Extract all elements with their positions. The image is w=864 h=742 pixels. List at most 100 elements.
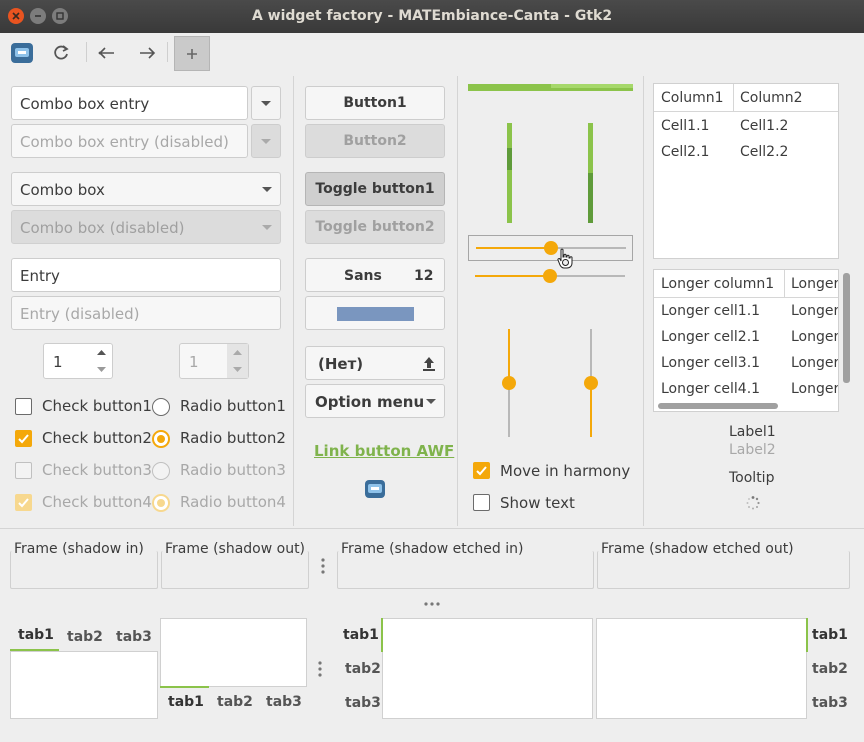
vscale-2[interactable]: [582, 329, 600, 437]
tab-3[interactable]: tab3: [345, 695, 381, 711]
image-button[interactable]: [364, 478, 386, 500]
tab-1[interactable]: tab1: [812, 627, 848, 643]
combo-box[interactable]: Combo box: [11, 172, 281, 206]
button1[interactable]: Button1: [305, 86, 445, 120]
table-cell[interactable]: Longer: [791, 329, 838, 345]
radio-button3: [152, 462, 170, 480]
show-text-label: Show text: [500, 494, 575, 512]
scale-fill: [508, 329, 510, 383]
refresh-button[interactable]: [44, 36, 78, 69]
add-button[interactable]: [174, 36, 210, 71]
vertical-scrollbar[interactable]: [843, 273, 850, 383]
table-cell[interactable]: Longer cell4.1: [661, 381, 760, 397]
tab-3[interactable]: tab3: [812, 695, 848, 711]
tab-3[interactable]: tab3: [116, 629, 152, 645]
hscale[interactable]: [475, 264, 625, 286]
hscale-focused[interactable]: [468, 235, 633, 261]
spin-down-icon: [97, 367, 106, 372]
radio-button1[interactable]: [152, 398, 170, 416]
tab-1[interactable]: tab1: [343, 627, 379, 643]
table-cell[interactable]: Cell2.2: [740, 144, 788, 160]
tab-3[interactable]: tab3: [266, 694, 302, 710]
vscale-1[interactable]: [500, 329, 518, 437]
table-cell[interactable]: Longer cell1.1: [661, 303, 760, 319]
table-cell[interactable]: Longer: [791, 303, 838, 319]
tab-2[interactable]: tab2: [217, 694, 253, 710]
tooltip-label: Tooltip: [729, 470, 775, 486]
toggle-button1[interactable]: Toggle button1: [305, 172, 445, 206]
notebook-tabs-bottom: [160, 618, 307, 687]
table-cell[interactable]: Longer cell2.1: [661, 329, 760, 345]
table-cell[interactable]: Cell1.1: [661, 118, 709, 134]
entry[interactable]: Entry: [11, 258, 281, 292]
app-button[interactable]: [5, 36, 39, 69]
frame-shadow-in: [10, 551, 158, 589]
spin-up-button[interactable]: [91, 344, 112, 361]
table-cell[interactable]: Longer cell3.1: [661, 355, 760, 371]
chevron-down-icon: [262, 187, 272, 192]
chevron-down-icon: [426, 399, 436, 404]
column-header-2[interactable]: Longer: [785, 270, 838, 298]
column-header-2[interactable]: Column2: [734, 84, 838, 112]
move-in-harmony-check[interactable]: [473, 462, 490, 479]
upload-icon: [423, 357, 435, 371]
tree-view-2[interactable]: Longer column1 Longer Longer cell1.1 Lon…: [653, 269, 839, 412]
link-button[interactable]: Link button AWF: [314, 442, 454, 460]
checkmark-icon: [18, 498, 29, 508]
back-button[interactable]: [90, 36, 124, 69]
progress-trough: [468, 88, 633, 91]
tab-1[interactable]: tab1: [168, 694, 204, 710]
spin-down-button[interactable]: [91, 361, 112, 378]
radio-button2-label: Radio button2: [180, 429, 286, 447]
scale-slider[interactable]: [502, 376, 516, 390]
table-cell[interactable]: Cell2.1: [661, 144, 709, 160]
column-header-1[interactable]: Column1: [654, 84, 734, 112]
horizontal-scrollbar[interactable]: [658, 403, 778, 409]
scale-slider[interactable]: [543, 269, 557, 283]
table-cell[interactable]: Cell1.2: [740, 118, 788, 134]
radio-button3-label: Radio button3: [180, 461, 286, 479]
tree-view-1[interactable]: Column1 Column2 Cell1.1 Cell1.2 Cell2.1 …: [653, 83, 839, 259]
tab-indicator: [381, 618, 383, 652]
radio-button1-label: Radio button1: [180, 397, 286, 415]
tab-2[interactable]: tab2: [812, 661, 848, 677]
file-chooser-label: (Нет): [318, 355, 364, 373]
chevron-down-icon: [262, 225, 272, 230]
option-menu[interactable]: Option menu: [305, 384, 445, 418]
back-icon: [98, 46, 114, 59]
combo-entry-arrow[interactable]: [251, 86, 281, 120]
combo-entry-disabled-arrow: [251, 124, 281, 158]
title-bar: A widget factory - MATEmbiance-Canta - G…: [0, 0, 864, 33]
check-button1-label: Check button1: [42, 397, 152, 415]
check-button1[interactable]: [15, 398, 32, 415]
table-cell[interactable]: Longer: [791, 381, 838, 397]
show-text-check[interactable]: [473, 494, 490, 511]
forward-button[interactable]: [130, 36, 164, 69]
refresh-icon: [54, 44, 69, 59]
radio-button4-label: Radio button4: [180, 493, 286, 511]
frame-shadow-etched-out: [597, 551, 850, 589]
tab-2[interactable]: tab2: [345, 661, 381, 677]
toggle-button2: Toggle button2: [305, 210, 445, 244]
combo-entry[interactable]: Combo box entry: [11, 86, 248, 120]
app-icon: [365, 480, 385, 498]
radio-button2[interactable]: [152, 430, 170, 448]
scale-slider[interactable]: [584, 376, 598, 390]
scale-fill: [476, 247, 551, 249]
check-button2[interactable]: [15, 430, 32, 447]
add-icon: [187, 48, 197, 59]
pane-handle-icon[interactable]: [320, 557, 326, 575]
tab-1[interactable]: tab1: [18, 627, 54, 643]
font-button[interactable]: Sans 12: [305, 258, 445, 292]
tab-2[interactable]: tab2: [67, 629, 103, 645]
column-header-1[interactable]: Longer column1: [654, 270, 785, 298]
notebook-tabs-left: [382, 618, 593, 719]
color-button[interactable]: [305, 296, 445, 330]
label2: Label2: [729, 442, 776, 458]
checkmark-icon: [476, 466, 487, 476]
notebook-tabs-right: [596, 618, 807, 719]
pane-handle-icon[interactable]: [423, 601, 441, 607]
pane-handle-icon[interactable]: [317, 660, 323, 678]
file-chooser-button[interactable]: (Нет): [305, 346, 445, 380]
table-cell[interactable]: Longer: [791, 355, 838, 371]
